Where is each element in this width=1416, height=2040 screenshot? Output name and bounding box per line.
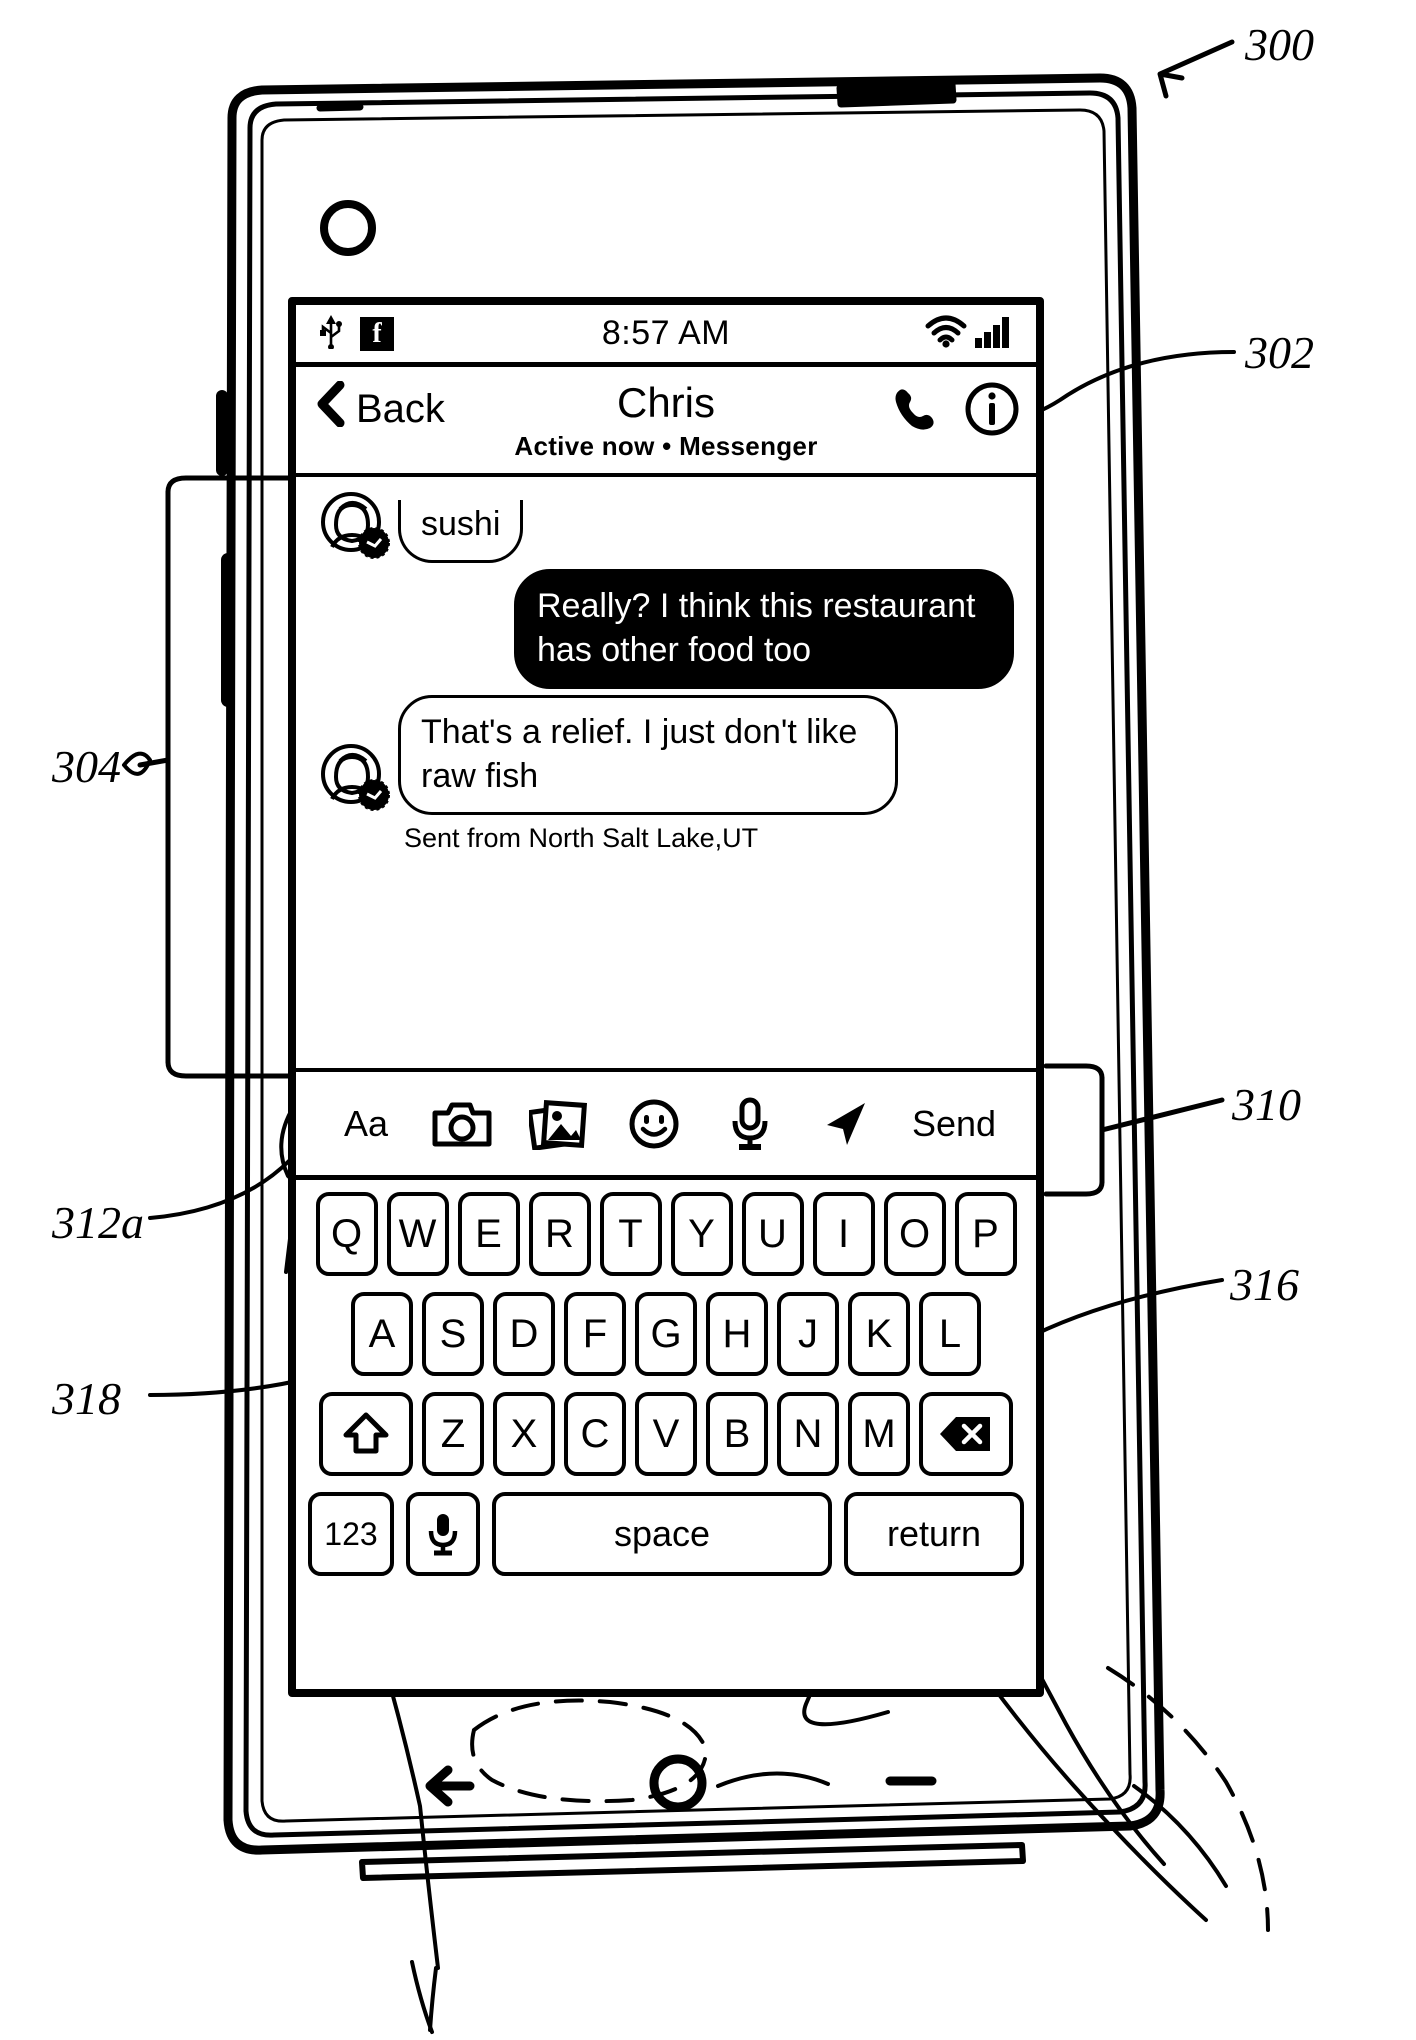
location-note: Sent from North Salt Lake,UT (404, 823, 759, 853)
keyboard-row-3: Z X C V B N M (304, 1392, 1028, 1476)
key-a[interactable]: A (351, 1292, 413, 1376)
reference-numeral-312a: 312a (52, 1197, 144, 1248)
phone-screen: f 8:57 AM Back Chris Active now • Messen… (296, 305, 1036, 1689)
send-button[interactable]: Send (894, 1103, 1014, 1145)
key-z[interactable]: Z (422, 1392, 484, 1476)
text-format-icon[interactable]: Aa (318, 1103, 414, 1145)
backspace-icon[interactable] (919, 1392, 1013, 1476)
wifi-icon (924, 314, 968, 353)
key-h[interactable]: H (706, 1292, 768, 1376)
message-bubble[interactable]: That's a relief. I just don't like raw f… (398, 695, 898, 815)
key-return[interactable]: return (844, 1492, 1024, 1576)
patent-figure: f 8:57 AM Back Chris Active now • Messen… (0, 0, 1416, 2040)
keyboard-row-2: A S D F G H J K L (304, 1292, 1028, 1376)
on-screen-keyboard: Q W E R T Y U I O P A S D F G H J K L Z … (296, 1180, 1036, 1588)
location-arrow-icon[interactable] (798, 1099, 894, 1149)
key-g[interactable]: G (635, 1292, 697, 1376)
shift-icon[interactable] (319, 1392, 413, 1476)
keyboard-row-4: 123 space return (304, 1492, 1028, 1576)
conversation-nav-bar: Back Chris Active now • Messenger (296, 367, 1036, 477)
key-space[interactable]: space (492, 1492, 832, 1576)
reference-numeral-318: 318 (52, 1373, 121, 1424)
composer-toolbar: Aa Send (296, 1072, 1036, 1180)
key-b[interactable]: B (706, 1392, 768, 1476)
key-i[interactable]: I (812, 1192, 875, 1276)
cellular-signal-icon (974, 314, 1014, 353)
key-dictation-microphone-icon[interactable] (406, 1492, 480, 1576)
contact-avatar (318, 741, 392, 815)
key-numbers[interactable]: 123 (308, 1492, 394, 1576)
key-j[interactable]: J (777, 1292, 839, 1376)
key-s[interactable]: S (422, 1292, 484, 1376)
message-row-incoming: sushi (296, 483, 1036, 563)
keyboard-row-1: Q W E R T Y U I O P (304, 1192, 1028, 1276)
message-thread[interactable]: sushi Really? I think this restaurant ha… (296, 477, 1036, 1072)
key-l[interactable]: L (919, 1292, 981, 1376)
message-bubble[interactable]: Really? I think this restaurant has othe… (514, 569, 1014, 689)
key-o[interactable]: O (883, 1192, 946, 1276)
key-q[interactable]: Q (315, 1192, 378, 1276)
reference-numeral-304: 304 (52, 741, 121, 792)
key-y[interactable]: Y (670, 1192, 733, 1276)
emoji-icon[interactable] (606, 1098, 702, 1150)
reference-numeral-300: 300 (1245, 19, 1314, 70)
key-r[interactable]: R (528, 1192, 591, 1276)
key-v[interactable]: V (635, 1392, 697, 1476)
key-f[interactable]: F (564, 1292, 626, 1376)
status-bar: f 8:57 AM (296, 305, 1036, 367)
phone-icon[interactable] (888, 382, 942, 441)
contact-avatar (318, 489, 392, 563)
status-bar-right-icons (924, 314, 1014, 353)
key-w[interactable]: W (386, 1192, 449, 1276)
message-row-incoming: That's a relief. I just don't like raw f… (296, 689, 1036, 815)
nav-bar-actions (888, 381, 1020, 442)
microphone-icon[interactable] (702, 1097, 798, 1151)
key-x[interactable]: X (493, 1392, 555, 1476)
key-e[interactable]: E (457, 1192, 520, 1276)
key-d[interactable]: D (493, 1292, 555, 1376)
key-t[interactable]: T (599, 1192, 662, 1276)
reference-numeral-316: 316 (1230, 1259, 1299, 1310)
reference-numeral-302: 302 (1245, 327, 1314, 378)
key-c[interactable]: C (564, 1392, 626, 1476)
key-p[interactable]: P (954, 1192, 1017, 1276)
reference-numeral-310: 310 (1232, 1079, 1301, 1130)
key-k[interactable]: K (848, 1292, 910, 1376)
key-m[interactable]: M (848, 1392, 910, 1476)
photos-icon[interactable] (510, 1098, 606, 1150)
key-n[interactable]: N (777, 1392, 839, 1476)
info-icon[interactable] (964, 381, 1020, 442)
message-bubble[interactable]: sushi (398, 500, 524, 563)
message-row-outgoing: Really? I think this restaurant has othe… (296, 563, 1036, 689)
camera-icon[interactable] (414, 1100, 510, 1148)
key-u[interactable]: U (741, 1192, 804, 1276)
